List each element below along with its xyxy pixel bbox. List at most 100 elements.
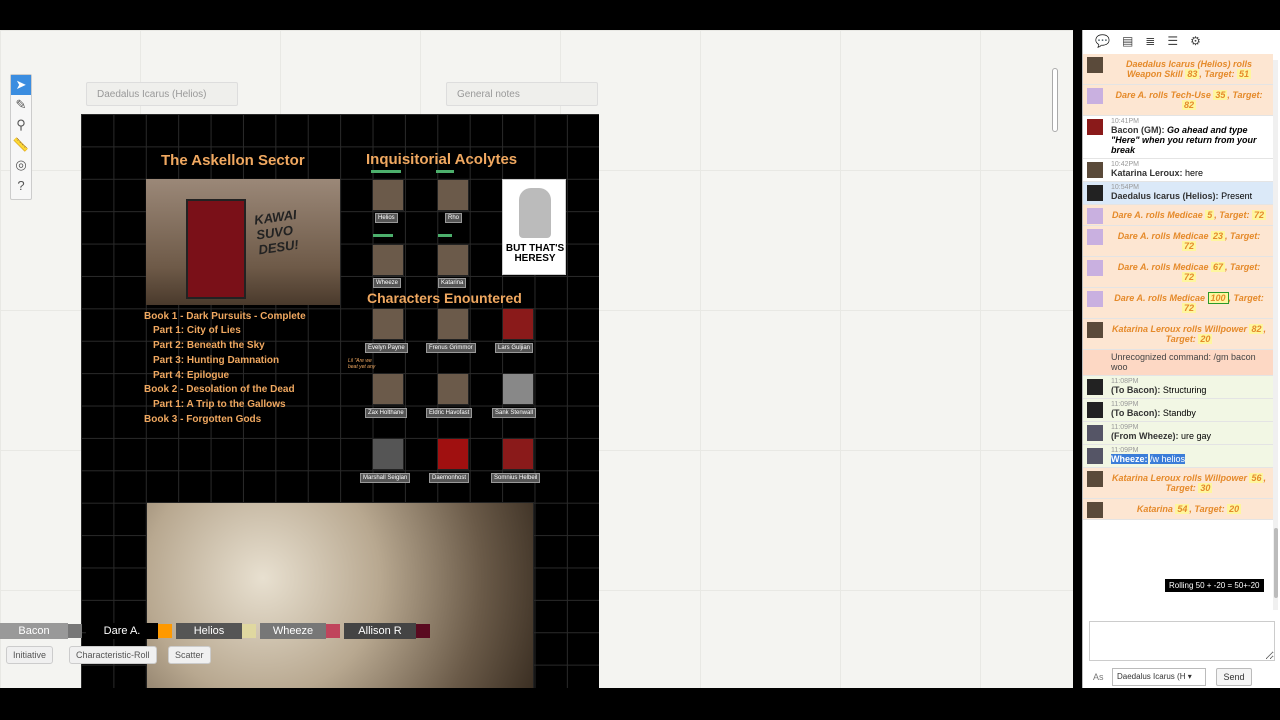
avatar xyxy=(1087,57,1103,73)
chat-log[interactable]: Daedalus Icarus (Helios) rolls Weapon Sk… xyxy=(1083,54,1273,624)
player-allison-r[interactable]: Allison R xyxy=(344,623,416,639)
avatar xyxy=(1087,502,1103,518)
token-marshall-seiglan[interactable] xyxy=(372,438,404,470)
sidebar-tabs: 💬 ▤ ≣ ☰ ⚙ xyxy=(1083,30,1280,52)
token-eldric-havofast[interactable] xyxy=(437,373,469,405)
avatar xyxy=(1087,322,1103,338)
book-1: Book 1 - Dark Pursuits - Complete xyxy=(144,311,306,322)
settings-gear-icon[interactable]: ⚙ xyxy=(1190,34,1201,48)
token-label: Daemonhost xyxy=(429,473,470,483)
book-1-part-2: Part 2: Beneath the Sky xyxy=(153,340,265,351)
chat-roll: Dare A. rolls Medicae 100, Target: 72 xyxy=(1083,288,1273,319)
player-bar: Bacon Dare A. Helios Wheeze Allison R xyxy=(0,620,434,642)
book-3: Book 3 - Forgotten Gods xyxy=(144,414,262,425)
token-label: Katarina xyxy=(438,278,467,288)
macro-characteristic-roll[interactable]: Characteristic-Roll xyxy=(69,646,157,664)
heresy-caption: BUT THAT'S HERESY xyxy=(505,243,565,264)
chat-input[interactable] xyxy=(1089,621,1275,661)
chat-roll: Dare A. rolls Medicae 67, Target: 72 xyxy=(1083,257,1273,288)
avatar xyxy=(1087,185,1103,201)
speak-as-label: As xyxy=(1093,672,1104,682)
chat-scroll-thumb[interactable] xyxy=(1274,528,1278,598)
compendium-tab-icon[interactable]: ≣ xyxy=(1145,34,1155,48)
chat-whisper: 11:09PM Wheeze: /w helios xyxy=(1083,445,1273,468)
book-1-part-3: Part 3: Hunting Damnation xyxy=(153,355,280,366)
chat-roll: Dare A. rolls Medicae 23, Target: 72 xyxy=(1083,226,1273,257)
encountered-title: Characters Enountered xyxy=(367,290,522,306)
token-evelyn-payne[interactable] xyxy=(372,308,404,340)
chat-roll: Dare A. rolls Tech-Use 35, Target: 82 xyxy=(1083,85,1273,116)
fog-icon[interactable]: ◎ xyxy=(11,155,31,175)
player-wheeze[interactable]: Wheeze xyxy=(260,623,326,639)
avatar xyxy=(1087,448,1103,464)
speak-as-select[interactable]: Daedalus Icarus (H ▾ xyxy=(1112,668,1206,686)
token-label: Lars Guljian xyxy=(495,343,534,353)
player-bacon[interactable]: Bacon xyxy=(0,623,68,639)
map-page[interactable]: The Askellon Sector Inquisitorial Acolyt… xyxy=(81,114,599,688)
token-label: Zax Holthane xyxy=(365,408,407,418)
token-lars-guljian[interactable] xyxy=(502,308,534,340)
chat-roll: Katarina Leroux rolls Willpower 56, Targ… xyxy=(1083,468,1273,499)
list-tab-icon[interactable]: ☰ xyxy=(1167,34,1178,48)
book-2: Book 2 - Desolation of the Dead xyxy=(144,384,295,395)
player-color-swatch xyxy=(68,624,82,638)
token-katarina[interactable] xyxy=(437,244,469,276)
send-button[interactable]: Send xyxy=(1216,668,1252,686)
token-daemonhost[interactable] xyxy=(437,438,469,470)
macro-initiative[interactable]: Initiative xyxy=(6,646,54,664)
token-label: Eldric Havofast xyxy=(426,408,473,418)
book-2-part-1: Part 1: A Trip to the Gallows xyxy=(153,399,286,410)
chat-message: 10:42PM Katarina Leroux: here xyxy=(1083,159,1273,182)
token-label: Somnius Helbeil xyxy=(491,473,541,483)
avatar xyxy=(1087,402,1103,418)
avatar xyxy=(1087,229,1103,245)
hp-bar xyxy=(371,170,401,173)
token-sank-stenwall[interactable] xyxy=(502,373,534,405)
avatar xyxy=(1087,208,1103,224)
handout-general-notes[interactable]: General notes xyxy=(446,82,598,106)
heresy-card[interactable]: BUT THAT'S HERESY xyxy=(502,179,566,275)
canvas-scrollbar[interactable] xyxy=(1052,68,1058,132)
token-rho[interactable] xyxy=(437,179,469,211)
avatar xyxy=(1087,88,1103,104)
player-color-swatch xyxy=(416,624,430,638)
select-icon[interactable]: ➤ xyxy=(11,75,31,95)
chat-message: 10:41PM Bacon (GM): Go ahead and type "He… xyxy=(1083,116,1273,159)
token-zax-holthane[interactable] xyxy=(372,373,404,405)
acolytes-title: Inquisitorial Acolytes xyxy=(366,151,518,168)
book-1-part-1: Part 1: City of Lies xyxy=(153,325,241,336)
handout-helios[interactable]: Daedalus Icarus (Helios) xyxy=(86,82,238,106)
sector-art[interactable]: KAWAI SUVO DESU! xyxy=(146,179,340,305)
token-label: Sank Stenwall xyxy=(492,408,537,418)
player-helios[interactable]: Helios xyxy=(176,623,242,639)
token-label: Wheeze xyxy=(373,278,402,288)
token-wheeze[interactable] xyxy=(372,244,404,276)
avatar xyxy=(1087,162,1103,178)
token-label: Rho xyxy=(445,213,463,223)
draw-icon[interactable]: ✎ xyxy=(11,95,31,115)
chat-roll: Dare A. rolls Medicae 5, Target: 72 xyxy=(1083,205,1273,226)
tool-palette: ➤ ✎ ⚲ 📏 ◎ ? xyxy=(10,74,32,200)
token-frenus-grimmor[interactable] xyxy=(437,308,469,340)
token-somnius-helbeil[interactable] xyxy=(502,438,534,470)
help-icon[interactable]: ? xyxy=(11,175,31,195)
token-label: Helios xyxy=(375,213,398,223)
measure-icon[interactable]: 📏 xyxy=(11,135,31,155)
chat-message: 10:54PM Daedalus Icarus (Helios): Present xyxy=(1083,182,1273,205)
chat-whisper: 11:09PM (To Bacon): Standby xyxy=(1083,399,1273,422)
token-helios[interactable] xyxy=(372,179,404,211)
zoom-icon[interactable]: ⚲ xyxy=(11,115,31,135)
avatar xyxy=(1087,425,1103,441)
app-window: ➤ ✎ ⚲ 📏 ◎ ? Daedalus Icarus (Helios) Gen… xyxy=(0,0,1280,720)
chat-system-message: Unrecognized command: /gm bacon woo xyxy=(1083,350,1273,376)
avatar xyxy=(1087,260,1103,276)
chat-roll: Katarina 54, Target: 20 xyxy=(1083,499,1273,520)
player-dare-a[interactable]: Dare A. xyxy=(86,623,158,639)
chat-whisper: 11:08PM (To Bacon): Structuring xyxy=(1083,376,1273,399)
avatar xyxy=(1087,119,1103,135)
macro-scatter[interactable]: Scatter xyxy=(168,646,211,664)
hp-bar xyxy=(436,170,454,173)
chat-tab-icon[interactable]: 💬 xyxy=(1095,34,1110,48)
chat-roll: Daedalus Icarus (Helios) rolls Weapon Sk… xyxy=(1083,54,1273,85)
journal-tab-icon[interactable]: ▤ xyxy=(1122,34,1133,48)
